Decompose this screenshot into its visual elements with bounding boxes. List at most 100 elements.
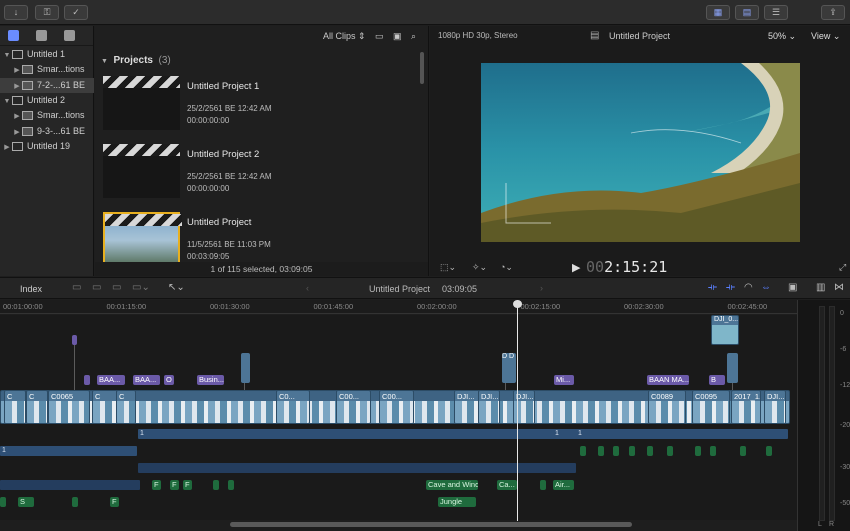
audio-clip[interactable]: F: [183, 480, 192, 490]
zoom-menu[interactable]: 50% ⌄: [768, 31, 796, 42]
snapping-icon[interactable]: ⇔: [761, 282, 771, 293]
viewer-timecode[interactable]: 002:15:21: [586, 258, 667, 276]
audio-clip[interactable]: [72, 497, 78, 507]
clip-appearance-icon[interactable]: ▭: [375, 26, 384, 46]
enhancements-menu-icon[interactable]: ✧⌄: [472, 262, 487, 273]
video-clip[interactable]: C0089: [648, 390, 686, 424]
audio-clip[interactable]: 1: [0, 446, 137, 456]
video-clip[interactable]: DJI...: [478, 390, 500, 424]
disclosure-right-icon[interactable]: ▶: [2, 140, 12, 155]
transitions-browser-icon[interactable]: ⋈: [834, 282, 844, 293]
back-arrow-icon[interactable]: ‹: [306, 283, 309, 293]
audio-clip[interactable]: [710, 446, 716, 456]
video-clip[interactable]: C00...: [379, 390, 414, 424]
title-clip[interactable]: BAA...: [97, 375, 125, 385]
inspector-button[interactable]: ☰: [764, 5, 788, 20]
search-icon[interactable]: ⌕: [411, 26, 416, 46]
library-item[interactable]: ▶ 9-3-...61 BE: [0, 124, 94, 139]
video-clip[interactable]: C0065: [48, 390, 90, 424]
library-item[interactable]: ▶ Untitled 19: [0, 139, 94, 154]
video-clip[interactable]: DJI...: [764, 390, 786, 424]
connected-video-clip[interactable]: D D: [502, 353, 516, 383]
timeline-horizontal-scrollbar[interactable]: [230, 522, 632, 527]
browser-scrollbar[interactable]: [420, 52, 424, 84]
audio-clip[interactable]: [138, 463, 576, 473]
title-clip[interactable]: [72, 335, 77, 345]
clip-filter[interactable]: All Clips ⇕: [323, 26, 366, 46]
audio-clip[interactable]: S: [18, 497, 34, 507]
insert-edit-icon[interactable]: ▭: [92, 282, 101, 293]
disclosure-right-icon[interactable]: ▶: [12, 63, 22, 78]
speed-menu-icon[interactable]: ◔⌄: [500, 262, 513, 273]
libraries-icon[interactable]: [8, 30, 19, 41]
project-item[interactable]: Untitled Project 2 25/2/2561 BE 12:42 AM…: [95, 144, 425, 208]
timeline-tracks[interactable]: DJI_0... D D BAA... BAA... O Busin... Mi…: [0, 315, 797, 520]
audio-clip[interactable]: Cave and Wind: [426, 480, 478, 490]
audio-clip[interactable]: [0, 480, 140, 490]
append-edit-icon[interactable]: ▭: [112, 282, 121, 293]
audio-clip[interactable]: [667, 446, 673, 456]
playhead[interactable]: [517, 300, 518, 521]
background-tasks-button[interactable]: ✓: [64, 5, 88, 20]
audio-clip[interactable]: Air...: [553, 480, 574, 490]
project-item[interactable]: Untitled Project 1 25/2/2561 BE 12:42 AM…: [95, 76, 425, 140]
title-clip[interactable]: BAAN MA...: [647, 375, 689, 385]
library-item[interactable]: ▶ Smar...tions: [0, 62, 94, 77]
title-clip[interactable]: Mi...: [554, 375, 574, 385]
titles-icon[interactable]: [64, 30, 75, 41]
share-button[interactable]: ⇪: [821, 5, 845, 20]
audio-clip[interactable]: [228, 480, 234, 490]
audio-clip[interactable]: 1: [576, 429, 586, 439]
audio-skimming-icon[interactable]: ⟛: [726, 282, 735, 293]
audio-clip[interactable]: F: [170, 480, 179, 490]
audio-clip[interactable]: F: [110, 497, 119, 507]
video-clip[interactable]: C: [4, 390, 26, 424]
project-item-selected[interactable]: Untitled Project 11/5/2561 BE 11:03 PM 0…: [95, 212, 425, 262]
video-clip[interactable]: C: [116, 390, 136, 424]
title-clip[interactable]: B: [709, 375, 725, 385]
layout-browser-button[interactable]: ▦: [706, 5, 730, 20]
audio-clip[interactable]: [613, 446, 619, 456]
photos-icon[interactable]: [36, 30, 47, 41]
transform-menu-icon[interactable]: ⬚⌄: [440, 262, 456, 273]
audio-clip[interactable]: [580, 446, 586, 456]
audio-clip[interactable]: 1: [553, 429, 573, 439]
view-menu[interactable]: View ⌄: [811, 31, 840, 42]
audio-clip[interactable]: [0, 497, 6, 507]
title-clip[interactable]: BAA...: [133, 375, 160, 385]
projects-section-header[interactable]: ▼ Projects (3): [101, 55, 171, 66]
library-item[interactable]: ▶ Smar...tions: [0, 108, 94, 123]
import-button[interactable]: ↓: [4, 5, 28, 20]
audio-clip[interactable]: [598, 446, 604, 456]
keyword-button[interactable]: ⚿: [35, 5, 59, 20]
audio-clip[interactable]: [766, 446, 772, 456]
audio-clip[interactable]: 1: [138, 429, 788, 439]
disclosure-right-icon[interactable]: ▶: [12, 79, 22, 94]
disclosure-down-icon[interactable]: ▼: [2, 94, 12, 109]
arrow-tool-icon[interactable]: ↖⌄: [168, 282, 185, 293]
library-item[interactable]: ▼ Untitled 1: [0, 47, 94, 62]
headphones-icon[interactable]: ◠: [744, 282, 753, 293]
audio-clip[interactable]: [740, 446, 746, 456]
disclosure-right-icon[interactable]: ▶: [12, 125, 22, 140]
connected-video-clip[interactable]: [727, 353, 738, 383]
connected-video-clip[interactable]: [241, 353, 250, 383]
video-clip[interactable]: C0095: [692, 390, 730, 424]
disclosure-down-icon[interactable]: ▼: [2, 48, 12, 63]
filmstrip-icon[interactable]: ▣: [393, 26, 402, 46]
layout-timeline-button[interactable]: ▤: [735, 5, 759, 20]
disclosure-right-icon[interactable]: ▶: [12, 109, 22, 124]
audio-clip[interactable]: [695, 446, 701, 456]
effects-browser-icon[interactable]: ▥: [816, 282, 825, 293]
audio-clip[interactable]: [629, 446, 635, 456]
video-clip[interactable]: C0...: [276, 390, 310, 424]
play-icon[interactable]: ▶: [572, 261, 580, 274]
audio-clip[interactable]: [647, 446, 653, 456]
title-clip[interactable]: [84, 375, 90, 385]
connect-edit-icon[interactable]: ▭: [72, 282, 81, 293]
connected-video-clip[interactable]: DJI_0...: [711, 315, 739, 345]
timeline-ruler[interactable]: 00:01:00:00 00:01:15:00 00:01:30:00 00:01:4…: [0, 300, 797, 314]
video-clip[interactable]: 2017_1...: [731, 390, 761, 424]
title-clip[interactable]: O: [164, 375, 174, 385]
skimming-icon[interactable]: ⟛: [708, 282, 717, 293]
